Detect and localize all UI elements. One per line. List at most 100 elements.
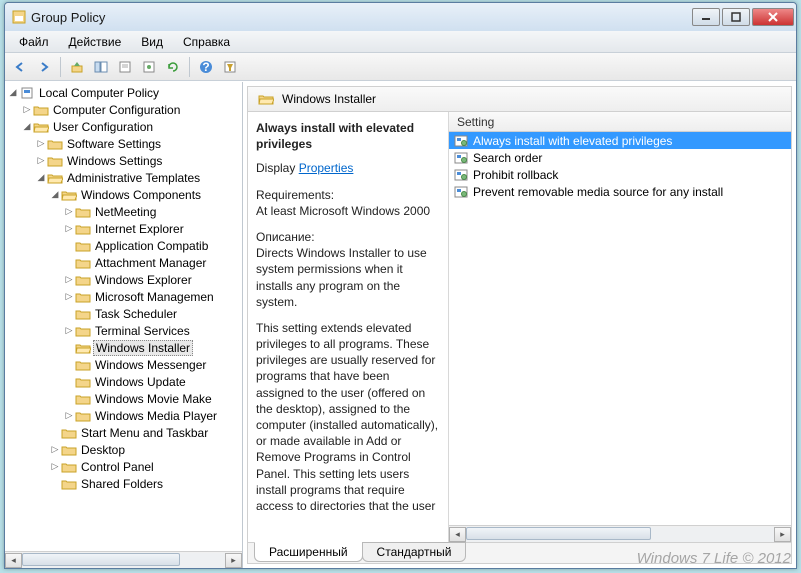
- tree-computer-config[interactable]: ▷ Computer Configuration: [5, 101, 242, 118]
- collapse-icon[interactable]: ◢: [35, 172, 47, 183]
- tree-windows-components[interactable]: ◢ Windows Components: [5, 186, 242, 203]
- close-button[interactable]: [752, 8, 794, 26]
- tree-label: Administrative Templates: [65, 171, 202, 185]
- setting-icon: [453, 150, 469, 166]
- filter-button[interactable]: [219, 56, 241, 78]
- expand-icon[interactable]: ▷: [35, 155, 47, 166]
- tree-label: Windows Installer: [93, 340, 193, 356]
- tree-desktop[interactable]: ▷ Desktop: [5, 441, 242, 458]
- expand-icon[interactable]: ▷: [63, 410, 75, 421]
- folder-icon: [75, 341, 91, 354]
- window-title: Group Policy: [31, 10, 692, 25]
- tree-item[interactable]: Windows Installer: [5, 339, 242, 356]
- folder-icon: [75, 256, 91, 269]
- scroll-left-button[interactable]: ◂: [5, 553, 22, 568]
- scroll-right-button[interactable]: ▸: [774, 527, 791, 542]
- tree-item[interactable]: Windows Messenger: [5, 356, 242, 373]
- tree-item[interactable]: Attachment Manager: [5, 254, 242, 271]
- app-window: Group Policy Файл Действие Вид Справка ?…: [4, 2, 797, 569]
- tree-label: Microsoft Managemen: [93, 290, 216, 304]
- show-hide-tree-button[interactable]: [90, 56, 112, 78]
- menu-action[interactable]: Действие: [59, 33, 132, 51]
- toolbar: ?: [5, 53, 796, 81]
- export-button[interactable]: [114, 56, 136, 78]
- tree-item[interactable]: ▷NetMeeting: [5, 203, 242, 220]
- description-p2: This setting extends elevated privileges…: [256, 320, 440, 514]
- expand-icon[interactable]: ▷: [63, 274, 75, 285]
- tree-view[interactable]: ◢ Local Computer Policy ▷ Computer Confi…: [5, 82, 242, 551]
- tree-label: Windows Components: [79, 188, 203, 202]
- tree-item[interactable]: Task Scheduler: [5, 305, 242, 322]
- description-p1: Directs Windows Installer to use system …: [256, 245, 440, 310]
- tree-admin-templates[interactable]: ◢ Administrative Templates: [5, 169, 242, 186]
- tree-item[interactable]: ▷Windows Explorer: [5, 271, 242, 288]
- expand-icon[interactable]: ▷: [63, 325, 75, 336]
- folder-icon: [75, 205, 91, 218]
- tree-label: User Configuration: [51, 120, 155, 134]
- scroll-right-button[interactable]: ▸: [225, 553, 242, 568]
- menu-help[interactable]: Справка: [173, 33, 240, 51]
- folder-icon: [75, 307, 91, 320]
- title-bar[interactable]: Group Policy: [5, 3, 796, 31]
- tree-root[interactable]: ◢ Local Computer Policy: [5, 84, 242, 101]
- up-button[interactable]: [66, 56, 88, 78]
- expand-icon[interactable]: ▷: [21, 104, 33, 115]
- menu-file[interactable]: Файл: [9, 33, 59, 51]
- list-item[interactable]: Prevent removable media source for any i…: [449, 183, 791, 200]
- tab-standard[interactable]: Стандартный: [362, 542, 467, 562]
- minimize-button[interactable]: [692, 8, 720, 26]
- tree-item[interactable]: ▷Windows Media Player: [5, 407, 242, 424]
- expand-icon[interactable]: ▷: [35, 138, 47, 149]
- list-item[interactable]: Prohibit rollback: [449, 166, 791, 183]
- collapse-icon[interactable]: ◢: [7, 87, 19, 98]
- column-header-setting[interactable]: Setting: [449, 112, 791, 132]
- properties-button[interactable]: [138, 56, 160, 78]
- tree-item[interactable]: ▷Internet Explorer: [5, 220, 242, 237]
- folder-icon: [61, 460, 77, 473]
- settings-list[interactable]: Always install with elevated privilegesS…: [449, 132, 791, 525]
- scroll-left-button[interactable]: ◂: [449, 527, 466, 542]
- description-label: Описание:: [256, 229, 440, 245]
- expand-icon[interactable]: ▷: [63, 206, 75, 217]
- list-item[interactable]: Always install with elevated privileges: [449, 132, 791, 149]
- tab-extended[interactable]: Расширенный: [254, 542, 363, 562]
- selected-setting-title: Always install with elevated privileges: [256, 120, 440, 152]
- tree-user-config[interactable]: ◢ User Configuration: [5, 118, 242, 135]
- maximize-button[interactable]: [722, 8, 750, 26]
- forward-button[interactable]: [33, 56, 55, 78]
- tree-item[interactable]: ▷ Microsoft Managemen: [5, 288, 242, 305]
- menu-view[interactable]: Вид: [131, 33, 173, 51]
- tree-start-menu[interactable]: Start Menu and Taskbar: [5, 424, 242, 441]
- folder-icon: [75, 290, 91, 303]
- expand-icon[interactable]: ▷: [63, 223, 75, 234]
- tree-item[interactable]: Application Compatib: [5, 237, 242, 254]
- refresh-button[interactable]: [162, 56, 184, 78]
- expand-icon[interactable]: ▷: [49, 461, 61, 472]
- folder-icon: [33, 103, 49, 116]
- tree-pane: ◢ Local Computer Policy ▷ Computer Confi…: [5, 82, 243, 568]
- properties-link[interactable]: Properties: [299, 161, 354, 175]
- expand-icon[interactable]: ▷: [63, 291, 75, 302]
- tree-h-scrollbar[interactable]: ◂ ▸: [5, 551, 242, 568]
- help-button[interactable]: ?: [195, 56, 217, 78]
- list-item[interactable]: Search order: [449, 149, 791, 166]
- tree-label: Desktop: [79, 443, 127, 457]
- collapse-icon[interactable]: ◢: [21, 121, 33, 132]
- tree-shared-folders[interactable]: Shared Folders: [5, 475, 242, 492]
- settings-list-pane: Setting Always install with elevated pri…: [448, 112, 791, 542]
- tree-windows-settings[interactable]: ▷ Windows Settings: [5, 152, 242, 169]
- folder-icon: [75, 222, 91, 235]
- back-button[interactable]: [9, 56, 31, 78]
- expand-icon[interactable]: ▷: [49, 444, 61, 455]
- app-icon: [11, 9, 27, 25]
- folder-icon: [75, 392, 91, 405]
- tree-item[interactable]: ▷Terminal Services: [5, 322, 242, 339]
- tree-control-panel[interactable]: ▷ Control Panel: [5, 458, 242, 475]
- menu-bar: Файл Действие Вид Справка: [5, 31, 796, 53]
- list-item-label: Prohibit rollback: [473, 168, 558, 182]
- tree-software-settings[interactable]: ▷ Software Settings: [5, 135, 242, 152]
- list-h-scrollbar[interactable]: ◂ ▸: [449, 525, 791, 542]
- tree-item[interactable]: Windows Update: [5, 373, 242, 390]
- collapse-icon[interactable]: ◢: [49, 189, 61, 200]
- tree-item[interactable]: Windows Movie Make: [5, 390, 242, 407]
